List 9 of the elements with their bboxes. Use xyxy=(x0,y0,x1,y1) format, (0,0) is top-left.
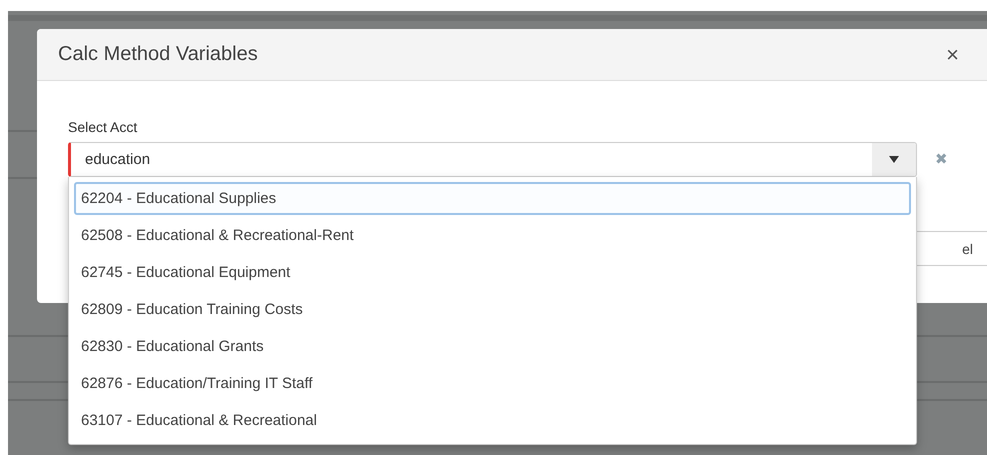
dropdown-option[interactable]: 62809 - Education Training Costs xyxy=(74,293,911,326)
caret-icon xyxy=(889,156,899,163)
dropdown-option[interactable]: 62204 - Educational Supplies xyxy=(74,182,911,215)
dropdown-option[interactable]: 62876 - Education/Training IT Staff xyxy=(74,367,911,400)
dropdown-option[interactable]: 63107 - Educational & Recreational xyxy=(74,404,911,437)
field-label: Select Acct xyxy=(68,119,138,135)
dropdown-option[interactable]: 62830 - Educational Grants xyxy=(74,330,911,363)
close-button[interactable]: × xyxy=(946,44,959,66)
dialog-title: Calc Method Variables xyxy=(58,43,259,66)
